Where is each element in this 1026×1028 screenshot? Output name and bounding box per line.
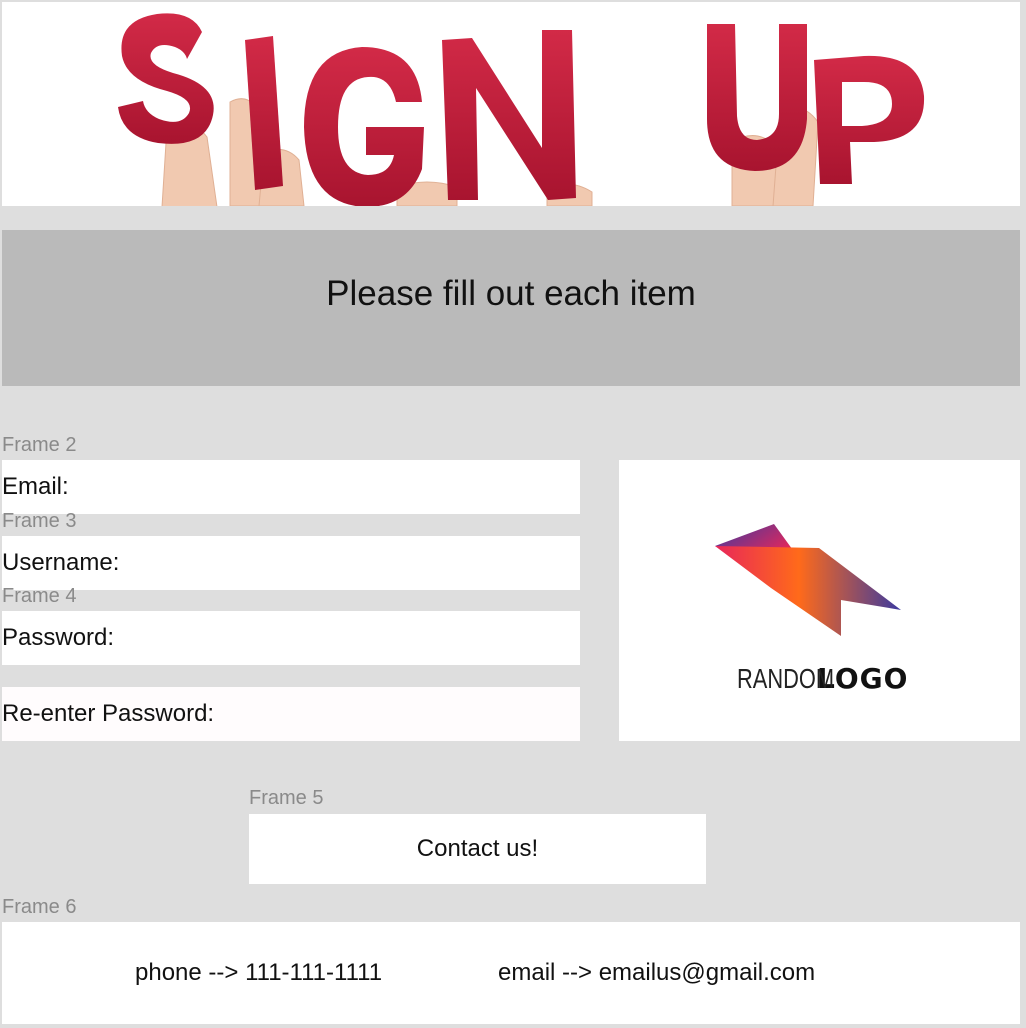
- email-label: Email:: [2, 473, 69, 500]
- frame-2-label: Frame 2: [2, 434, 77, 456]
- logo-wordmark: RANDOMLOGO: [737, 664, 908, 694]
- reenter-password-field[interactable]: Re-enter Password:: [2, 687, 580, 741]
- frame-6-label: Frame 6: [2, 896, 77, 918]
- sign-up-banner: [2, 2, 1020, 206]
- contact-footer: phone --> 111-111-1111 email --> emailus…: [2, 922, 1020, 1024]
- reenter-password-label: Re-enter Password:: [2, 700, 215, 727]
- frame-3-label: Frame 3: [2, 510, 77, 532]
- frame-4-label: Frame 4: [2, 585, 77, 607]
- sign-up-banner-image: [118, 13, 925, 206]
- contact-us-button[interactable]: Contact us!: [249, 814, 706, 884]
- username-field[interactable]: Username:: [2, 536, 580, 590]
- footer-email: email --> emailus@gmail.com: [498, 959, 816, 986]
- password-label: Password:: [2, 624, 115, 651]
- instruction-banner: Please fill out each item: [2, 230, 1020, 386]
- username-label: Username:: [2, 549, 120, 576]
- footer-phone: phone --> 111-111-1111: [135, 959, 383, 986]
- logo-word-random: RANDOM: [737, 663, 835, 694]
- frame-5-label: Frame 5: [249, 787, 324, 809]
- logo-mark-icon: [715, 524, 901, 636]
- email-field[interactable]: Email:: [2, 460, 580, 514]
- password-field[interactable]: Password:: [2, 611, 580, 665]
- random-logo: RANDOMLOGO: [619, 460, 1020, 741]
- instruction-text: Please fill out each item: [326, 274, 696, 313]
